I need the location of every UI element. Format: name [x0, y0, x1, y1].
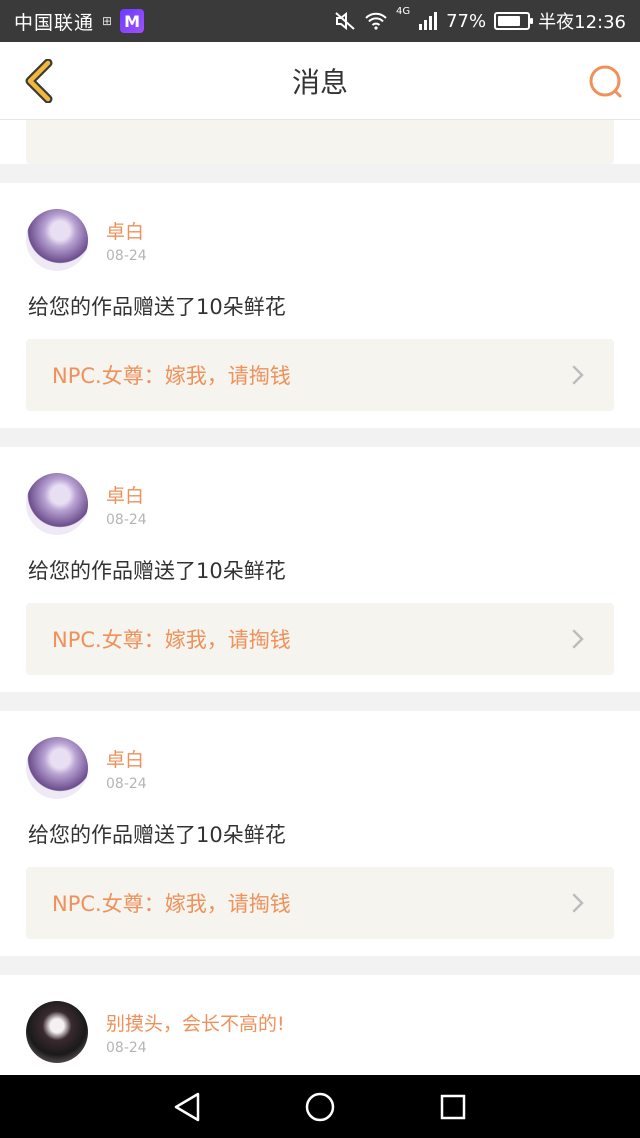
message-card: 卓白 08-24 给您的作品赠送了10朵鲜花 NPC.女尊：嫁我，请掏钱	[0, 183, 640, 428]
message-text: 给您的作品赠送了10朵鲜花	[28, 823, 286, 847]
sender-name[interactable]: 别摸头，会长不高的!	[106, 1009, 285, 1036]
header: 消息	[0, 42, 640, 120]
message-date: 08-24	[106, 512, 147, 528]
chevron-right-icon	[572, 629, 584, 649]
message-date: 08-24	[106, 1040, 147, 1056]
quoted-work-partial[interactable]	[26, 120, 614, 164]
system-navigation-bar	[0, 1075, 640, 1138]
network-type: 4G	[395, 6, 411, 17]
message-text: 给您的作品赠送了10朵鲜花	[28, 295, 286, 319]
quoted-work-title: NPC.女尊：嫁我，请掏钱	[52, 628, 291, 652]
message-date: 08-24	[106, 248, 147, 264]
battery-percent: 77%	[446, 10, 487, 32]
avatar[interactable]	[26, 209, 88, 271]
sender-name[interactable]: 卓白	[106, 217, 144, 244]
message-card: 别摸头，会长不高的! 08-24	[0, 975, 640, 1075]
search-icon	[589, 65, 622, 98]
avatar[interactable]	[26, 737, 88, 799]
sender-name[interactable]: 卓白	[106, 745, 144, 772]
triangle-back-icon	[174, 1092, 199, 1121]
quoted-work[interactable]: NPC.女尊：嫁我，请掏钱	[26, 867, 614, 939]
system-recents-button[interactable]	[423, 1082, 483, 1132]
sender-name[interactable]: 卓白	[106, 481, 144, 508]
chevron-right-icon	[572, 893, 584, 913]
message-list[interactable]: 卓白 08-24 给您的作品赠送了10朵鲜花 NPC.女尊：嫁我，请掏钱 卓白 …	[0, 120, 640, 1075]
sim-icon: ⊞	[102, 14, 113, 28]
battery-icon	[494, 12, 534, 30]
app-notification-icon: M	[120, 9, 145, 33]
avatar[interactable]	[26, 1001, 88, 1063]
quoted-work-title: NPC.女尊：嫁我，请掏钱	[52, 364, 291, 388]
system-home-button[interactable]	[290, 1082, 350, 1132]
message-card: 卓白 08-24 给您的作品赠送了10朵鲜花 NPC.女尊：嫁我，请掏钱	[0, 447, 640, 692]
circle-home-icon	[305, 1092, 335, 1121]
message-card: 卓白 08-24 给您的作品赠送了10朵鲜花 NPC.女尊：嫁我，请掏钱	[0, 711, 640, 956]
message-text: 给您的作品赠送了10朵鲜花	[28, 559, 286, 583]
carrier-name: 中国联通	[14, 11, 95, 34]
quoted-work[interactable]: NPC.女尊：嫁我，请掏钱	[26, 339, 614, 411]
message-date: 08-24	[106, 776, 147, 792]
status-time: 半夜12:36	[538, 12, 626, 33]
system-back-button[interactable]	[157, 1082, 217, 1132]
search-button[interactable]	[586, 62, 626, 102]
square-recents-icon	[441, 1094, 466, 1119]
signal-icon	[419, 12, 438, 30]
avatar[interactable]	[26, 473, 88, 535]
mute-icon	[335, 11, 355, 31]
status-bar: 中国联通 ⊞ M 4G 77% 半夜12:36	[0, 0, 640, 42]
chevron-right-icon	[572, 365, 584, 385]
quoted-work-title: NPC.女尊：嫁我，请掏钱	[52, 892, 291, 916]
wifi-icon	[365, 12, 387, 30]
quoted-work[interactable]: NPC.女尊：嫁我，请掏钱	[26, 603, 614, 675]
message-card-partial	[0, 120, 640, 164]
page-title: 消息	[291, 66, 348, 99]
